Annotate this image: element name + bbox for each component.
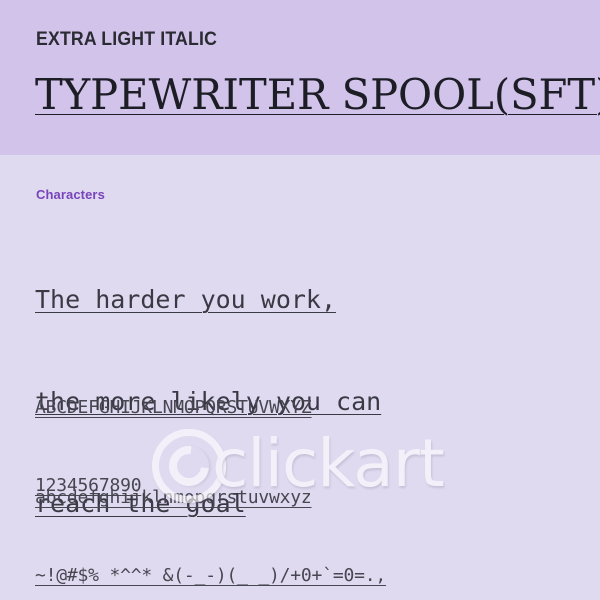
sample-line: The harder you work, — [35, 285, 337, 314]
numerals-line: 1234567890 — [35, 475, 142, 496]
font-specimen-page: EXTRA LIGHT ITALIC TYPEWRITER SPOOL(SFT)… — [0, 0, 600, 600]
font-style-name: EXTRA LIGHT ITALIC — [36, 29, 218, 50]
characters-section-label: Characters — [36, 187, 105, 202]
font-family-title: TYPEWRITER SPOOL(SFT) — [35, 70, 600, 119]
header-band: EXTRA LIGHT ITALIC TYPEWRITER SPOOL(SFT) — [0, 0, 600, 155]
symbols-line: ~!@#$% *^^* &(-_-)(_ _)/+0+`=0=., — [35, 565, 387, 586]
specimen-body: Characters The harder you work, the more… — [0, 155, 600, 600]
numerals-symbols-block: 1234567890 ~!@#$% *^^* &(-_-)(_ _)/+0+`=… — [35, 411, 580, 600]
